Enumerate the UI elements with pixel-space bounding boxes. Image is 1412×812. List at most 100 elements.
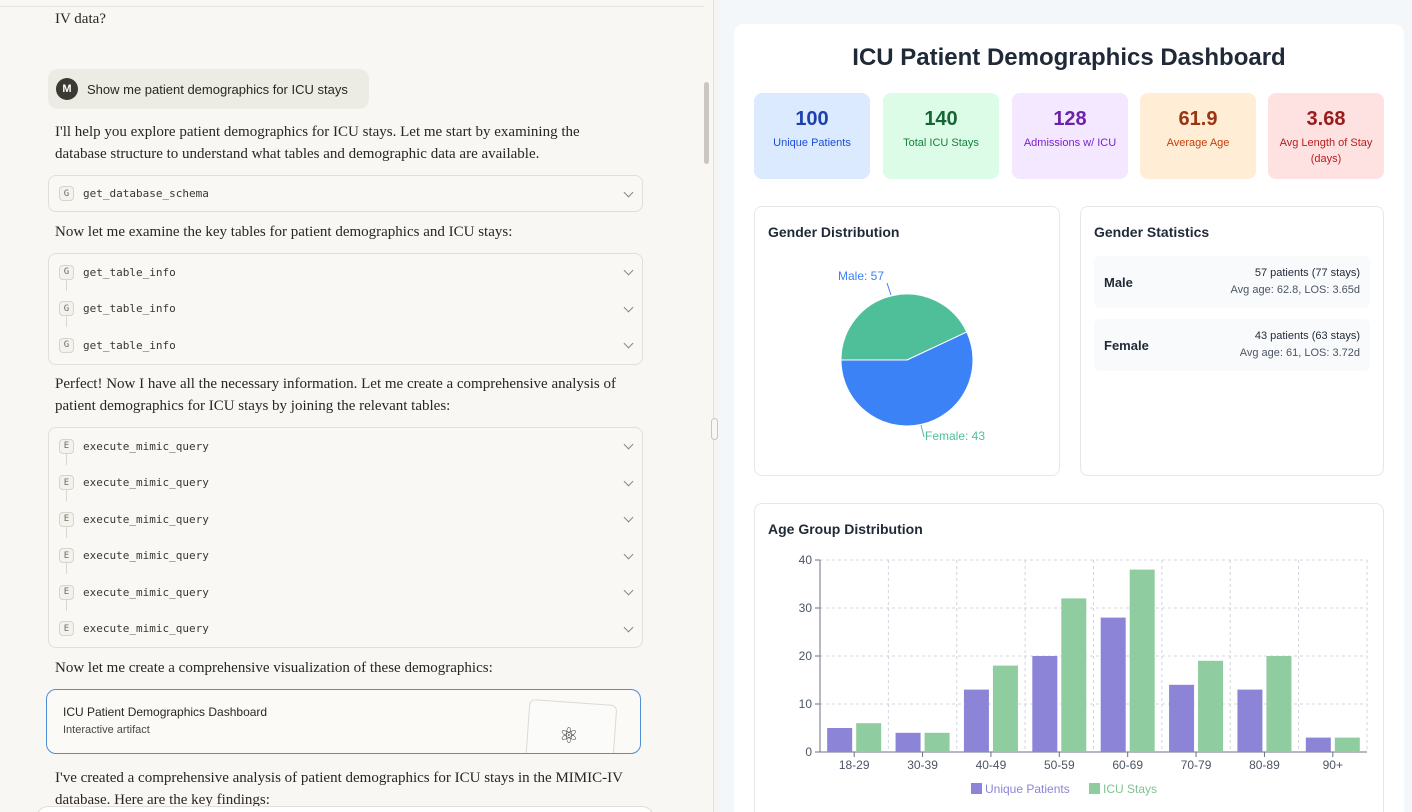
tool-connector bbox=[66, 599, 67, 611]
chevron-down-icon[interactable] bbox=[623, 187, 634, 198]
artifact-subtitle: Interactive artifact bbox=[63, 724, 150, 736]
tool-call-row[interactable]: Eexecute_mimic_query bbox=[49, 599, 642, 648]
tool-call-group-table-info: Gget_table_info Gget_table_info Gget_table… bbox=[48, 253, 643, 365]
x-tick-label: 90+ bbox=[1323, 758, 1343, 772]
tool-call-row[interactable]: Eexecute_mimic_query bbox=[49, 453, 642, 502]
chevron-down-icon[interactable] bbox=[623, 585, 634, 596]
tool-connector bbox=[66, 316, 67, 327]
gender-name: Female bbox=[1104, 338, 1149, 353]
assistant-paragraph-4: Now let me create a comprehensive visual… bbox=[55, 660, 493, 676]
gender-stat-male: Male 57 patients (77 stays) Avg age: 62.… bbox=[1094, 256, 1370, 308]
legend-label: ICU Stays bbox=[1103, 782, 1157, 796]
x-tick-label: 60-69 bbox=[1112, 758, 1143, 772]
x-tick-label: 30-39 bbox=[907, 758, 938, 772]
bar-icu-stays-50-59 bbox=[1061, 598, 1087, 752]
chevron-down-icon[interactable] bbox=[623, 302, 634, 312]
bar-unique-patients-70-79 bbox=[1169, 684, 1195, 752]
assistant-paragraph-3: Perfect! Now I have all the necessary in… bbox=[55, 376, 617, 414]
stat-card: 61.9 Average Age bbox=[1140, 93, 1256, 179]
stat-card: 3.68 Avg Length of Stay (days) bbox=[1268, 93, 1384, 179]
tool-badge: E bbox=[59, 584, 74, 600]
stat-card: 100 Unique Patients bbox=[754, 93, 870, 179]
pie-label-female: Female: 43 bbox=[925, 429, 985, 443]
scrollbar[interactable] bbox=[704, 82, 709, 164]
tool-call-row[interactable]: G get_database_schema bbox=[49, 176, 642, 211]
y-tick-label: 20 bbox=[799, 649, 813, 663]
stat-card: 140 Total ICU Stays bbox=[883, 93, 999, 179]
chevron-down-icon[interactable] bbox=[623, 265, 634, 276]
tool-connector bbox=[66, 453, 67, 465]
tool-call-row[interactable]: Eexecute_mimic_query bbox=[49, 563, 642, 611]
artifact-title: ICU Patient Demographics Dashboard bbox=[63, 705, 268, 719]
bar-unique-patients-90+ bbox=[1305, 737, 1331, 752]
message-input-edge[interactable] bbox=[36, 806, 654, 812]
x-tick-label: 50-59 bbox=[1044, 758, 1075, 772]
tool-connector bbox=[66, 490, 67, 501]
legend-swatch bbox=[971, 783, 982, 794]
tool-call-group-queries: Eexecute_mimic_query Eexecute_mimic_query… bbox=[48, 427, 643, 648]
bar-icu-stays-30-39 bbox=[924, 732, 950, 752]
bar-icu-stays-60-69 bbox=[1129, 569, 1155, 752]
user-message: M Show me patient demographics for ICU s… bbox=[48, 69, 369, 109]
stat-value: 128 bbox=[1053, 108, 1087, 130]
tool-call-row[interactable]: Eexecute_mimic_query bbox=[49, 490, 642, 538]
tool-name: execute_mimic_query bbox=[83, 549, 209, 563]
tool-badge: E bbox=[59, 438, 74, 454]
bar-icu-stays-90+ bbox=[1334, 737, 1360, 752]
stat-card: 128 Admissions w/ ICU bbox=[1012, 93, 1128, 179]
tool-name: get_table_info bbox=[83, 338, 176, 352]
tool-badge: E bbox=[59, 511, 74, 527]
pane-resize-handle[interactable] bbox=[711, 418, 718, 440]
stat-label: Average Age bbox=[1166, 137, 1230, 149]
tool-badge: G bbox=[59, 301, 74, 317]
tool-connector bbox=[66, 563, 67, 574]
tool-name: get_table_info bbox=[83, 302, 176, 316]
user-message-text: Show me patient demographics for ICU sta… bbox=[87, 81, 348, 97]
chevron-down-icon[interactable] bbox=[623, 622, 634, 632]
stat-label: Total ICU Stays bbox=[903, 137, 979, 149]
gender-name: Male bbox=[1104, 275, 1133, 290]
chevron-down-icon[interactable] bbox=[623, 439, 634, 450]
chevron-down-icon[interactable] bbox=[623, 476, 634, 486]
chevron-down-icon[interactable] bbox=[623, 338, 634, 349]
chat-pane: IV data? M Show me patient demographics … bbox=[0, 0, 714, 812]
tool-call-row[interactable]: Gget_table_info bbox=[49, 254, 642, 291]
dashboard-title: ICU Patient Demographics Dashboard bbox=[852, 44, 1286, 71]
assistant-paragraph-5: I've created a comprehensive analysis of… bbox=[55, 770, 623, 808]
gender-counts: 57 patients (77 stays) bbox=[1254, 267, 1360, 279]
bar-unique-patients-80-89 bbox=[1237, 689, 1263, 752]
tool-call-row[interactable]: Gget_table_info bbox=[49, 279, 642, 328]
tool-name: execute_mimic_query bbox=[83, 585, 209, 599]
gender-stat-female: Female 43 patients (63 stays) Avg age: 6… bbox=[1094, 319, 1370, 371]
stat-value: 3.68 bbox=[1306, 108, 1346, 130]
gender-pie-chart: Male: 57 Female: 43 bbox=[838, 269, 985, 443]
pie-label-male: Male: 57 bbox=[838, 269, 884, 283]
artifact-card[interactable]: ICU Patient Demographics Dashboard Inter… bbox=[46, 689, 641, 754]
tool-call-group-schema: G get_database_schema bbox=[48, 175, 643, 212]
tool-call-row[interactable]: Gget_table_info bbox=[49, 316, 642, 364]
gender-distribution-card: Gender Distribution Male: 57 Female: 43 bbox=[754, 206, 1060, 476]
card-title: Gender Statistics bbox=[1094, 224, 1210, 240]
gender-averages: Avg age: 62.8, LOS: 3.65d bbox=[1230, 284, 1360, 296]
stat-value: 100 bbox=[795, 108, 829, 130]
chevron-down-icon[interactable] bbox=[623, 512, 634, 523]
x-tick-label: 70-79 bbox=[1181, 758, 1212, 772]
tool-connector bbox=[66, 526, 67, 538]
tool-call-row[interactable]: Eexecute_mimic_query bbox=[49, 428, 642, 465]
tool-badge: E bbox=[59, 548, 74, 564]
y-tick-label: 40 bbox=[799, 553, 813, 567]
bar-unique-patients-30-39 bbox=[895, 732, 921, 752]
stat-label: Admissions w/ ICU bbox=[1023, 137, 1117, 149]
gender-statistics-card: Gender Statistics Male 57 patients (77 s… bbox=[1080, 206, 1384, 476]
pie-leader-male bbox=[886, 282, 892, 296]
chevron-down-icon[interactable] bbox=[623, 549, 634, 559]
stat-value: 140 bbox=[924, 108, 958, 130]
bar-unique-patients-18-29 bbox=[827, 728, 853, 752]
bar-icu-stays-40-49 bbox=[992, 665, 1018, 752]
divider bbox=[0, 6, 704, 7]
previous-message-fragment: IV data? bbox=[55, 11, 106, 27]
tool-call-row[interactable]: Eexecute_mimic_query bbox=[49, 526, 642, 575]
legend-swatch bbox=[1089, 783, 1100, 794]
tool-name: execute_mimic_query bbox=[83, 439, 209, 453]
bar-icu-stays-70-79 bbox=[1198, 660, 1224, 752]
